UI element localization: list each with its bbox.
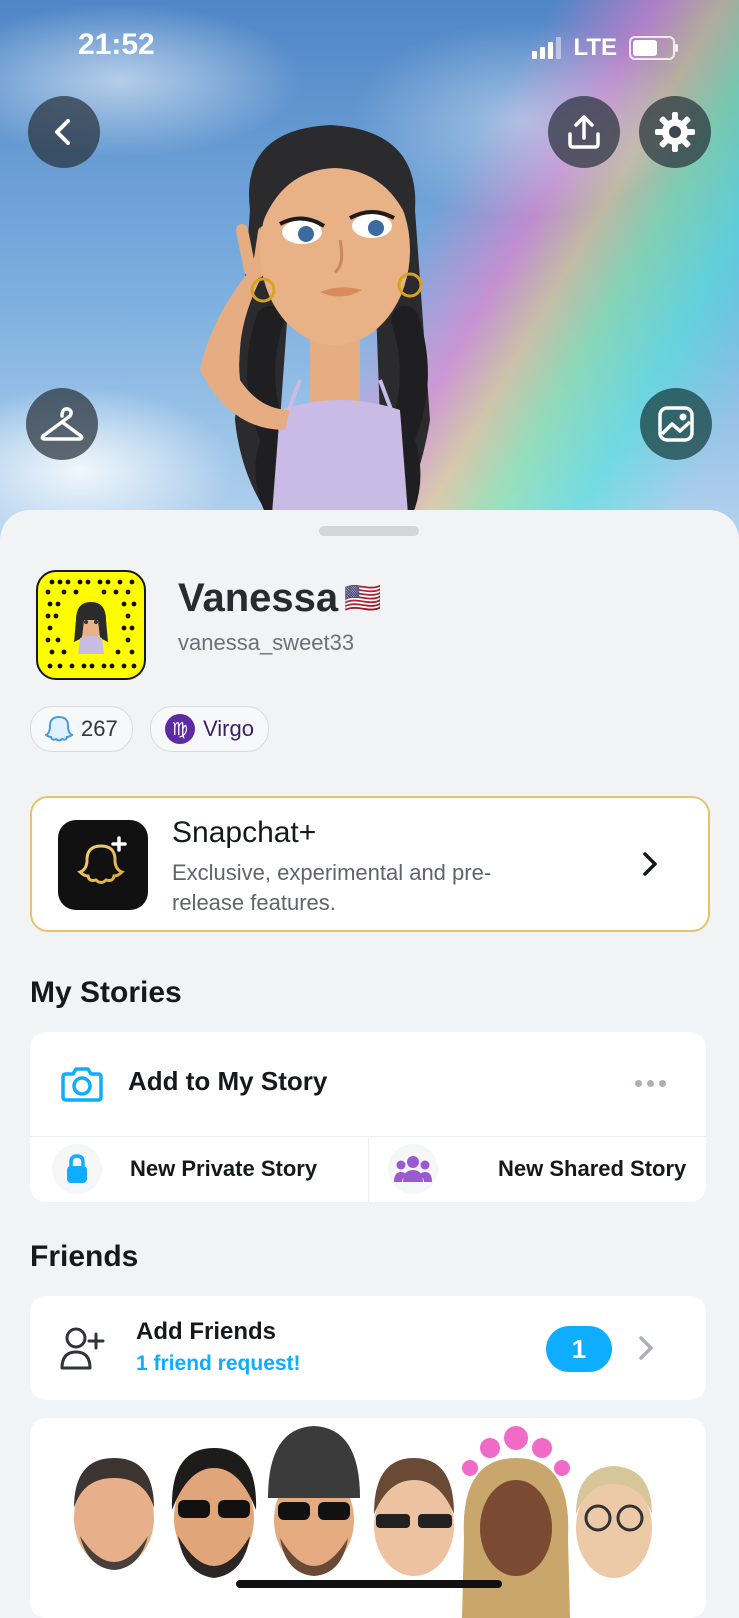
snapcode-dots [45, 579, 137, 669]
zodiac-chip[interactable]: ♍ Virgo [150, 706, 269, 752]
snapchat-plus-icon [77, 836, 127, 884]
my-stories-heading: My Stories [30, 976, 182, 1009]
profile-sheet: Vanessa 🇺🇸 vanessa_sweet33 267 ♍ Virgo S… [0, 510, 739, 1618]
bitmoji-avatar[interactable] [180, 120, 480, 540]
friend-bitmoji [462, 1426, 570, 1618]
username: vanessa_sweet33 [178, 630, 355, 655]
add-friends-label: Add Friends [136, 1318, 277, 1345]
friend-request-text: 1 friend request! [136, 1352, 301, 1375]
add-to-story-label: Add to My Story [128, 1066, 328, 1096]
gear-icon [655, 112, 695, 152]
friend-bitmoji [171, 1448, 257, 1578]
status-time: 21:52 [78, 28, 155, 61]
snapchat-plus-logo [58, 820, 148, 910]
image-icon [658, 406, 694, 442]
lock-icon [52, 1144, 102, 1194]
outfit-button[interactable] [26, 388, 98, 460]
back-button[interactable] [28, 96, 100, 168]
home-indicator[interactable] [236, 1580, 502, 1588]
friends-bitmoji-card[interactable] [30, 1418, 706, 1618]
snapchat-plus-description: Exclusive, experimental and pre-release … [172, 860, 492, 915]
bitmoji-header: 21:52 LTE [0, 0, 739, 560]
background-button[interactable] [640, 388, 712, 460]
friend-bitmoji [374, 1458, 454, 1576]
snapchat-plus-title: Snapchat+ [172, 816, 317, 849]
friends-bitmoji-group [74, 1426, 652, 1618]
network-label: LTE [573, 34, 617, 61]
friends-heading: Friends [30, 1240, 139, 1273]
share-button[interactable] [548, 96, 620, 168]
flag-emoji: 🇺🇸 [344, 582, 382, 615]
virgo-icon: ♍ [165, 714, 195, 744]
new-shared-story-label: New Shared Story [498, 1156, 687, 1181]
settings-button[interactable] [639, 96, 711, 168]
new-private-story-button[interactable]: New Private Story [30, 1136, 368, 1202]
add-to-story-row[interactable]: Add to My Story [30, 1032, 706, 1137]
camera-icon [61, 1067, 103, 1102]
display-name: Vanessa [178, 576, 339, 620]
snap-score-chip[interactable]: 267 [30, 706, 133, 752]
battery-icon [629, 36, 678, 60]
new-private-story-label: New Private Story [130, 1156, 318, 1181]
friend-bitmoji [268, 1426, 360, 1576]
chevron-right-icon [643, 852, 657, 876]
display-name-row: Vanessa 🇺🇸 [178, 576, 382, 621]
group-icon [388, 1144, 438, 1194]
friend-bitmoji [576, 1466, 652, 1578]
ghost-icon [45, 715, 73, 742]
zodiac-label: Virgo [203, 716, 254, 741]
add-friends-row[interactable]: Add Friends 1 friend request! 1 [30, 1296, 706, 1400]
snapcode[interactable] [36, 570, 146, 680]
new-shared-story-button[interactable]: New Shared Story [368, 1136, 706, 1202]
share-icon [568, 115, 600, 149]
my-stories-card: Add to My Story New Private Story New Sh… [30, 1032, 706, 1202]
add-friend-icon [60, 1327, 105, 1370]
snapchat-plus-card[interactable]: Snapchat+ Exclusive, experimental and pr… [30, 796, 710, 932]
signal-icon [532, 37, 562, 59]
friend-bitmoji [74, 1458, 154, 1570]
status-indicators: LTE [532, 34, 678, 62]
friend-request-badge: 1 [546, 1326, 612, 1372]
chevron-left-icon [55, 119, 70, 145]
snap-score: 267 [81, 716, 118, 741]
hanger-icon [40, 407, 84, 441]
chevron-right-icon [639, 1336, 653, 1360]
more-options-icon[interactable] [635, 1080, 666, 1087]
sheet-grabber[interactable] [319, 526, 419, 536]
